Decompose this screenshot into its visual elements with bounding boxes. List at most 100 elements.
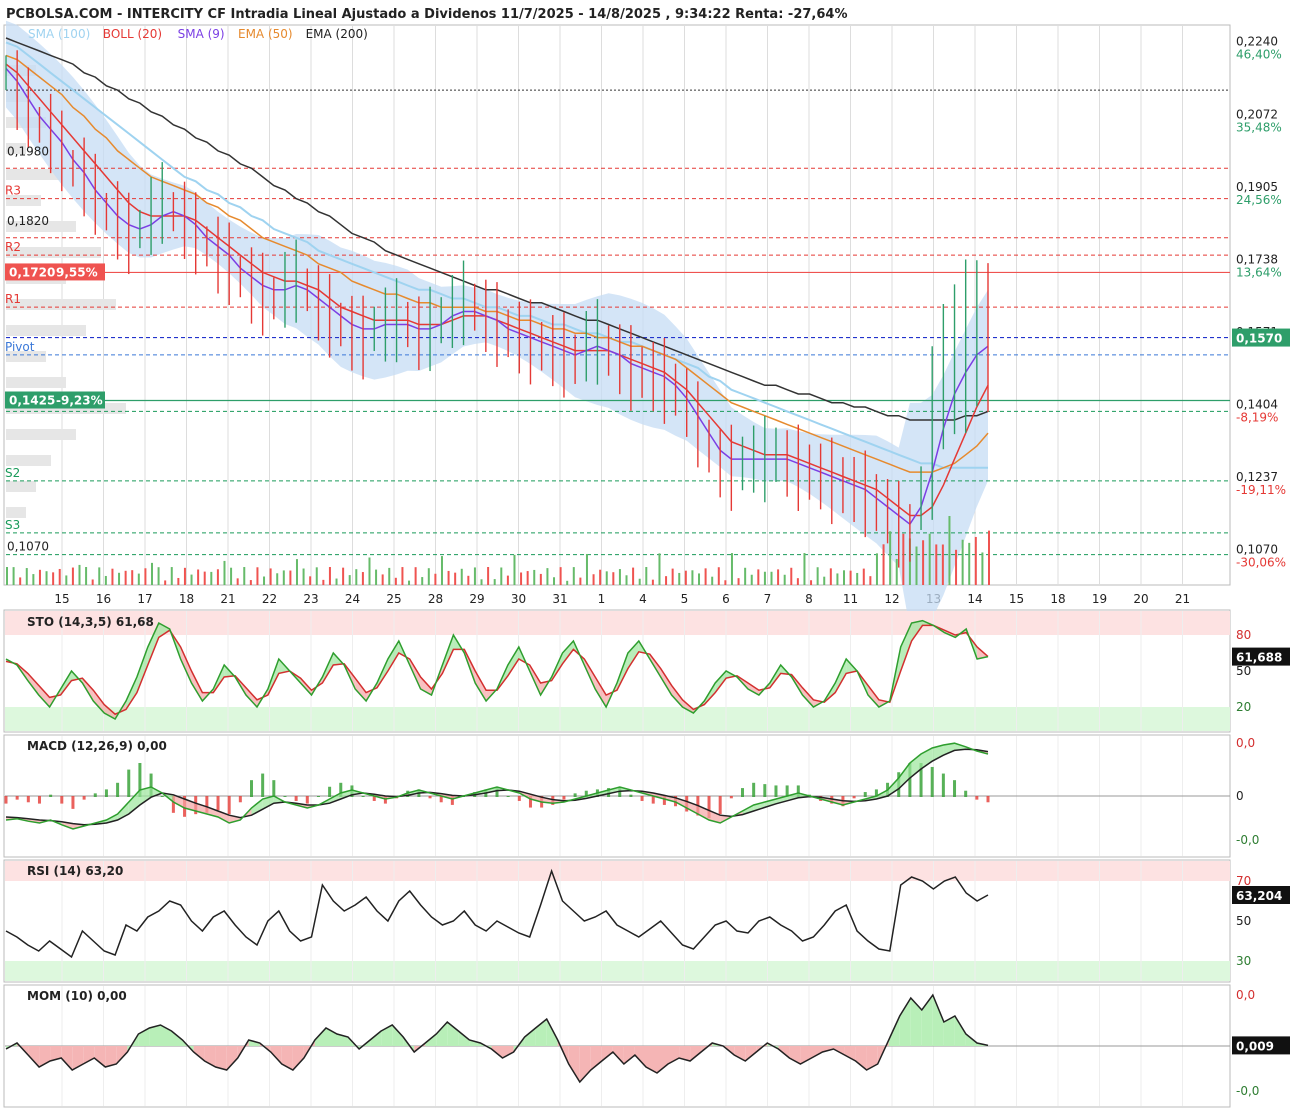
volume-bar xyxy=(579,577,582,585)
zero-fill xyxy=(910,998,922,1046)
zero-fill xyxy=(215,1046,227,1070)
x-tick-label: 28 xyxy=(428,592,443,606)
volume-bar xyxy=(658,553,661,585)
macd-histogram-bar xyxy=(104,789,108,797)
volume-bar xyxy=(803,553,806,585)
macd-histogram-bar xyxy=(741,788,744,797)
zero-fill xyxy=(436,1022,448,1046)
volume-bar xyxy=(454,572,457,585)
marker-pct: 9,55% xyxy=(56,265,98,279)
y-tick-pct: 46,40% xyxy=(1236,48,1282,62)
volume-profile-bar xyxy=(6,377,66,388)
volume-bar xyxy=(282,570,285,585)
volume-bar xyxy=(513,554,516,585)
volume-bar xyxy=(480,579,483,585)
volume-bar xyxy=(440,556,443,585)
volume-bar xyxy=(763,571,766,585)
volume-bar xyxy=(902,533,905,585)
volume-bar xyxy=(493,579,496,585)
macd-histogram-bar xyxy=(160,796,164,797)
x-tick-label: 4 xyxy=(639,592,647,606)
legend-entry: EMA (50) xyxy=(238,27,293,41)
volume-bar xyxy=(111,568,114,585)
zero-fill xyxy=(94,1046,106,1067)
volume-bar xyxy=(58,568,61,585)
volume-bar xyxy=(566,580,569,585)
macd-histogram-bar xyxy=(93,793,97,797)
y-tick-label: 30 xyxy=(1236,954,1251,968)
volume-bar xyxy=(520,572,523,585)
x-tick-label: 23 xyxy=(303,592,318,606)
volume-bar xyxy=(104,575,107,585)
volume-bar xyxy=(790,567,793,585)
volume-bar xyxy=(757,569,760,585)
zero-fill xyxy=(811,1046,823,1058)
x-tick-label: 19 xyxy=(1092,592,1107,606)
volume-bar xyxy=(302,568,305,585)
volume-bar xyxy=(216,569,219,585)
legend-entry: SMA (100) xyxy=(28,27,90,41)
volume-bar xyxy=(309,576,312,585)
volume-profile-bar xyxy=(6,299,116,310)
mom-title: MOM (10) 0,00 xyxy=(27,989,127,1003)
volume-bar xyxy=(447,570,450,585)
macd-histogram-bar xyxy=(272,780,276,797)
volume-bar xyxy=(144,568,147,585)
y-tick-label: 20 xyxy=(1236,700,1251,714)
level-label-pivot: Pivot xyxy=(5,340,35,354)
zone-band xyxy=(5,707,1230,731)
volume-profile-bar xyxy=(6,325,86,336)
volume-bar xyxy=(52,572,55,585)
volume-bar xyxy=(348,575,351,585)
macd-histogram-bar xyxy=(562,796,566,800)
volume-bar xyxy=(941,544,944,585)
volume-bar xyxy=(981,552,984,585)
volume-bar xyxy=(98,567,101,585)
volume-bar xyxy=(665,576,668,585)
volume-bar xyxy=(862,568,865,585)
volume-bar xyxy=(856,572,859,585)
volume-bar xyxy=(539,573,542,585)
volume-bar xyxy=(882,544,885,585)
macd-histogram-bar xyxy=(227,796,231,815)
marker-pct: -9,23% xyxy=(56,394,103,408)
zone-band xyxy=(5,961,1230,981)
x-tick-label: 15 xyxy=(54,592,69,606)
macd-histogram-bar xyxy=(863,792,867,797)
left-value-label: 0,1980 xyxy=(7,145,49,159)
volume-bar xyxy=(974,536,977,585)
macd-histogram-bar xyxy=(986,796,990,803)
marker-label: 0,1425 xyxy=(9,394,55,408)
volume-bar xyxy=(810,580,813,585)
last-value-label: 0,009 xyxy=(1236,1039,1274,1053)
volume-bar xyxy=(684,570,687,585)
price-panel: 1516171821222324252829303114567811121314… xyxy=(5,20,1290,629)
legend-entry: EMA (200) xyxy=(306,27,368,41)
macd-histogram-bar xyxy=(763,784,767,797)
macd-histogram-bar xyxy=(316,796,320,797)
macd-histogram-bar xyxy=(774,785,778,797)
volume-bar xyxy=(289,570,292,585)
macd-histogram-bar xyxy=(629,794,633,797)
x-tick-label: 21 xyxy=(1175,592,1190,606)
macd-histogram-bar xyxy=(49,794,53,797)
macd-histogram-bar xyxy=(975,796,979,800)
macd-histogram-bar xyxy=(573,793,577,797)
y-tick-label: 0,1237 xyxy=(1236,470,1278,484)
y-tick-label: 0 xyxy=(1236,789,1244,803)
legend-entry: BOLL (20) xyxy=(103,27,162,41)
x-tick-label: 7 xyxy=(764,592,772,606)
x-tick-label: 18 xyxy=(1050,592,1065,606)
y-tick-label: 0,2072 xyxy=(1236,108,1278,122)
volume-bar xyxy=(744,567,747,585)
stock-chart: 1516171821222324252829303114567811121314… xyxy=(3,7,1290,1108)
y-tick-pct: -8,19% xyxy=(1236,411,1278,425)
volume-bar xyxy=(157,567,160,585)
volume-bar xyxy=(124,570,127,585)
y-tick-label: -0,0 xyxy=(1236,833,1259,847)
series-rsi xyxy=(5,868,989,959)
volume-bar xyxy=(38,569,41,585)
volume-bar xyxy=(434,573,437,585)
volume-bar xyxy=(414,567,417,585)
volume-bar xyxy=(78,564,81,585)
